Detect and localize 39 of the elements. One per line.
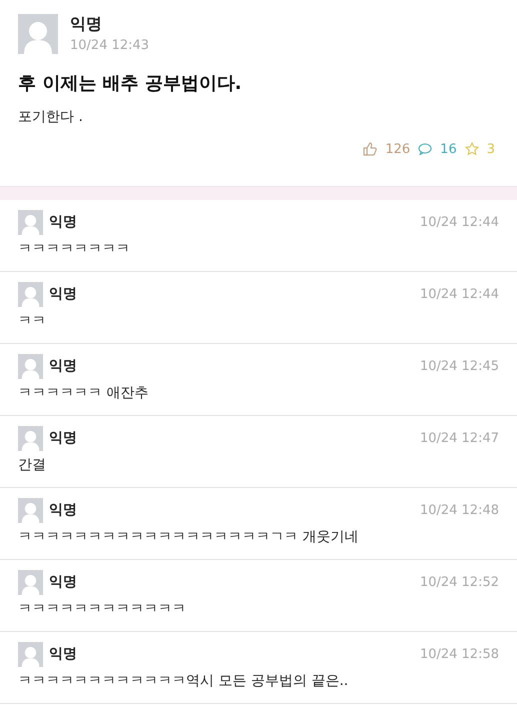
scrap-count: 3 [486,140,495,158]
avatar-icon [18,210,43,235]
like-count: 126 [385,140,410,158]
avatar-icon [18,498,43,523]
thumbs-up-icon[interactable] [363,142,378,156]
avatar-icon [18,570,43,595]
comment-time: 10/24 12:58 [420,646,499,664]
comment-time: 10/24 12:47 [420,430,499,448]
avatar-icon [18,426,43,451]
comment-time: 10/24 12:52 [420,574,499,592]
comment-text: 간결 [18,456,47,475]
commenter-name: 익명 [49,213,77,232]
author-name: 익명 [70,13,103,35]
comment-time: 10/24 12:44 [420,286,499,304]
avatar-icon [18,14,58,54]
star-icon[interactable] [464,142,479,156]
post-time: 10/24 12:43 [70,37,150,55]
avatar-icon [18,282,43,307]
comment-text: ㅋㅋㅋㅋㅋㅋㅋㅋㅋㅋㅋㅋ역시 모든 공부법의 끝은.. [18,672,350,691]
commenter-name: 익명 [49,429,77,448]
commenter-name: 익명 [49,357,77,376]
post-title: 후 이제는 배추 공부법이다. [18,72,243,96]
avatar-icon [18,354,43,379]
comment-text: ㅋㅋㅋㅋㅋㅋ 애잔추 [18,384,150,403]
commenter-name: 익명 [49,285,77,304]
comment-text: ㅋㅋㅋㅋㅋㅋㅋㅋㅋㅋㅋㅋ [18,600,187,619]
post-body: 포기한다 . [18,108,84,126]
commenter-name: 익명 [49,573,77,592]
comment-count: 16 [440,140,457,158]
commenter-name: 익명 [49,501,77,520]
comment-icon[interactable] [418,143,432,156]
commenter-name: 익명 [49,645,77,664]
avatar-icon [18,642,43,667]
comment-time: 10/24 12:48 [420,502,499,520]
comment-time: 10/24 12:45 [420,358,499,376]
comment-text: ㅋㅋㅋㅋㅋㅋㅋㅋ [18,240,131,259]
comment-text: ㅋㅋ [18,312,47,331]
comment-time: 10/24 12:44 [420,214,499,232]
comment-text: ㅋㅋㅋㅋㅋㅋㅋㅋㅋㅋㅋㅋㅋㅋㅋㅋㅋㅋㄱㅋ 개웃기네 [18,528,360,547]
